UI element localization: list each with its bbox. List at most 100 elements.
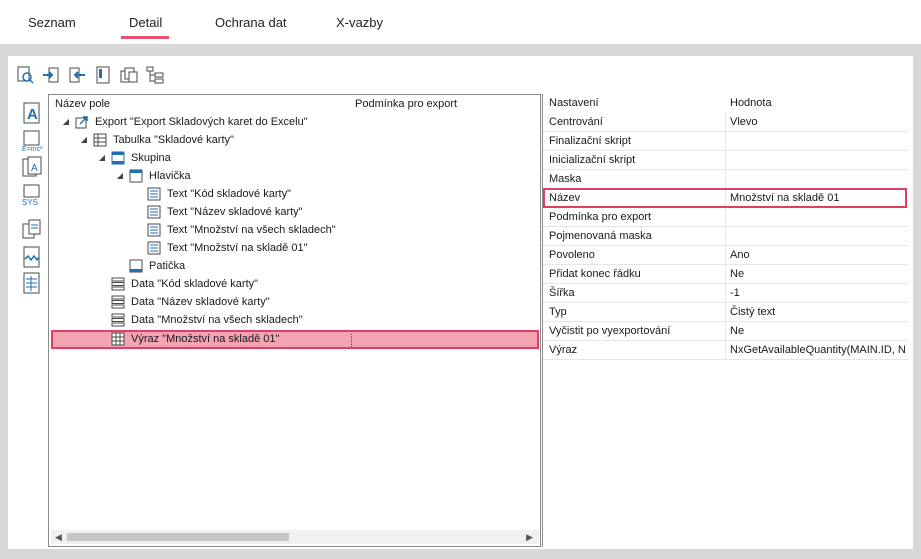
tree-icon[interactable] (144, 64, 166, 86)
prop-row-sirka[interactable]: Šířka -1 (543, 284, 908, 303)
tree-node-label: Data "Kód skladové karty" (131, 278, 259, 290)
prop-col-setting[interactable]: Nastavení (549, 94, 599, 112)
prop-value[interactable]: Čistý text (730, 303, 906, 321)
scroll-right-icon[interactable]: ▶ (526, 532, 533, 543)
import-icon[interactable] (40, 64, 62, 86)
left-icon-column: A E=mc² A SYS (17, 96, 45, 546)
prop-row-maska[interactable]: Maska (543, 170, 908, 189)
prop-row-inicializacni-skript[interactable]: Inicializační skript (543, 151, 908, 170)
prop-key: Inicializační skript (549, 154, 636, 166)
prop-key: Podmínka pro export (549, 211, 652, 223)
tree-node-label: Patička (149, 260, 186, 272)
prop-key: Povoleno (549, 249, 595, 261)
prop-value[interactable]: NxGetAvailableQuantity(MAIN.ID, Nx (730, 341, 906, 359)
collapse-arrow-icon[interactable]: ◢ (115, 167, 125, 185)
prop-key: Přidat konec řádku (549, 268, 641, 280)
tree-node-label: Text "Kód skladové karty" (167, 188, 291, 200)
prop-row-podminka-pro-export[interactable]: Podmínka pro export (543, 208, 908, 227)
collapse-arrow-icon[interactable]: ◢ (79, 131, 89, 149)
data-node-icon (111, 295, 125, 309)
text-node-icon (147, 205, 161, 219)
svg-text:SYS: SYS (22, 198, 38, 206)
prop-key: Maska (549, 173, 582, 185)
tree-node-label: Výraz "Množství na skladě 01" (131, 333, 280, 345)
tab-detail[interactable]: Detail (129, 15, 162, 30)
expression-icon[interactable]: E=mc² (19, 128, 45, 154)
prop-key: Šířka (549, 287, 575, 299)
prop-value[interactable]: Ne (730, 322, 906, 340)
prop-row-pridat-konec-radku[interactable]: Přidat konec řádku Ne (543, 265, 908, 284)
copy-pages-icon[interactable] (19, 216, 45, 242)
properties-header: Nastavení Hodnota (543, 94, 908, 113)
collapse-arrow-icon[interactable]: ◢ (61, 113, 71, 131)
find-icon[interactable] (14, 64, 36, 86)
properties-panel: Nastavení Hodnota Centrování Vlevo Final… (542, 94, 908, 547)
tree-node-label: Hlavička (149, 170, 191, 182)
svg-text:A: A (27, 106, 38, 123)
toolbar (14, 64, 166, 88)
prop-row-centrovani[interactable]: Centrování Vlevo (543, 113, 908, 132)
table-node-icon (93, 133, 107, 147)
tree-col-condition[interactable]: Podmínka pro export (355, 98, 457, 110)
prop-row-povoleno[interactable]: Povoleno Ano (543, 246, 908, 265)
tree-node-label: Data "Název skladové karty" (131, 296, 270, 308)
footer-node-icon (129, 259, 143, 273)
header-node-icon (129, 169, 143, 183)
tree-node-label: Skupina (131, 152, 171, 164)
column-divider (351, 334, 352, 347)
expression-node-icon (111, 332, 125, 346)
copy-icon[interactable] (118, 64, 140, 86)
label-icon[interactable]: A (19, 100, 45, 126)
prop-col-value[interactable]: Hodnota (730, 94, 906, 112)
tree-node-label: Text "Množství na všech skladech" (167, 224, 336, 236)
system-icon[interactable]: SYS (19, 182, 45, 208)
scroll-left-icon[interactable]: ◀ (55, 532, 62, 543)
table-doc-icon[interactable] (19, 270, 45, 296)
prop-value[interactable]: Ne (730, 265, 906, 283)
text-node-icon (147, 241, 161, 255)
horizontal-scrollbar[interactable]: ◀ ▶ (51, 530, 539, 544)
tree-header: Název pole Podmínka pro export (55, 98, 457, 110)
active-tab-indicator (121, 36, 169, 39)
tree-node-label: Tabulka "Skladové karty" (113, 134, 234, 146)
data-node-icon (111, 277, 125, 291)
data-node-icon (111, 313, 125, 327)
prop-row-pojmenovana-maska[interactable]: Pojmenovaná maska (543, 227, 908, 246)
group-node-icon (111, 151, 125, 165)
tree-node-label: Data "Množství na všech skladech" (131, 314, 303, 326)
prop-value[interactable]: -1 (730, 284, 906, 302)
tree-node-label: Text "Množství na skladě 01" (167, 242, 308, 254)
prop-key: Pojmenovaná maska (549, 230, 652, 242)
tab-bar: Seznam Detail Ochrana dat X-vazby (0, 0, 921, 44)
export-icon[interactable] (66, 64, 88, 86)
text-node-icon (147, 187, 161, 201)
prop-key: Vyčistit po vyexportování (549, 325, 671, 337)
field-icon[interactable]: A (19, 154, 45, 180)
prop-row-vyraz[interactable]: Výraz NxGetAvailableQuantity(MAIN.ID, Nx (543, 341, 908, 360)
nazev-row-highlight (543, 188, 907, 208)
tab-seznam[interactable]: Seznam (28, 15, 76, 30)
text-node-icon (147, 223, 161, 237)
svg-text:A: A (31, 163, 38, 174)
tab-x-vazby[interactable]: X-vazby (336, 15, 383, 30)
prop-row-typ[interactable]: Typ Čistý text (543, 303, 908, 322)
wave-icon[interactable] (19, 244, 45, 270)
prop-key: Finalizační skript (549, 135, 631, 147)
prop-row-vycistit-po-vyexportovani[interactable]: Vyčistit po vyexportování Ne (543, 322, 908, 341)
collapse-arrow-icon[interactable]: ◢ (97, 149, 107, 167)
tree-col-name[interactable]: Název pole (55, 98, 110, 110)
export-node-icon (75, 116, 88, 129)
prop-value[interactable]: Vlevo (730, 113, 906, 131)
tree-panel: Název pole Podmínka pro export ◢ Export … (48, 94, 541, 547)
prop-key: Typ (549, 306, 567, 318)
prop-key: Centrování (549, 116, 603, 128)
tree-node-label: Text "Název skladové karty" (167, 206, 303, 218)
tab-ochrana-dat[interactable]: Ochrana dat (215, 15, 287, 30)
svg-text:E=mc²: E=mc² (22, 146, 43, 152)
prop-value[interactable]: Ano (730, 246, 906, 264)
properties-icon[interactable] (92, 64, 114, 86)
scrollbar-thumb[interactable] (67, 533, 289, 541)
prop-row-finalizacni-skript[interactable]: Finalizační skript (543, 132, 908, 151)
prop-key: Výraz (549, 344, 578, 356)
tree-node-label: Export "Export Skladových karet do Excel… (95, 116, 308, 128)
